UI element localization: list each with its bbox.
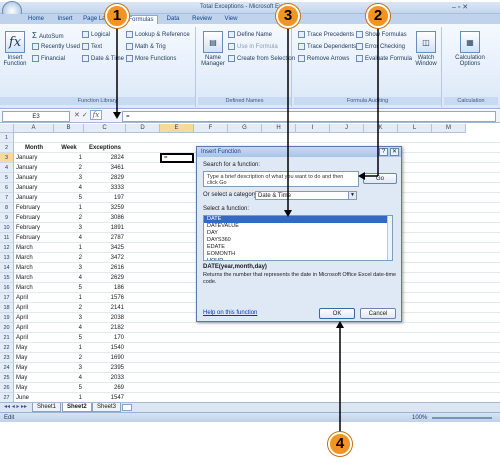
callout-3: 3 [276, 4, 300, 28]
callout-lines [113, 28, 379, 436]
callout-4: 4 [328, 432, 352, 456]
callout-2-arrowhead [358, 172, 365, 180]
callout-2: 2 [366, 4, 390, 28]
callout-1: 1 [105, 4, 129, 28]
callout-3-arrowhead [284, 210, 292, 217]
callout-4-arrowhead [336, 321, 344, 328]
callout-1-arrowhead [113, 112, 121, 119]
